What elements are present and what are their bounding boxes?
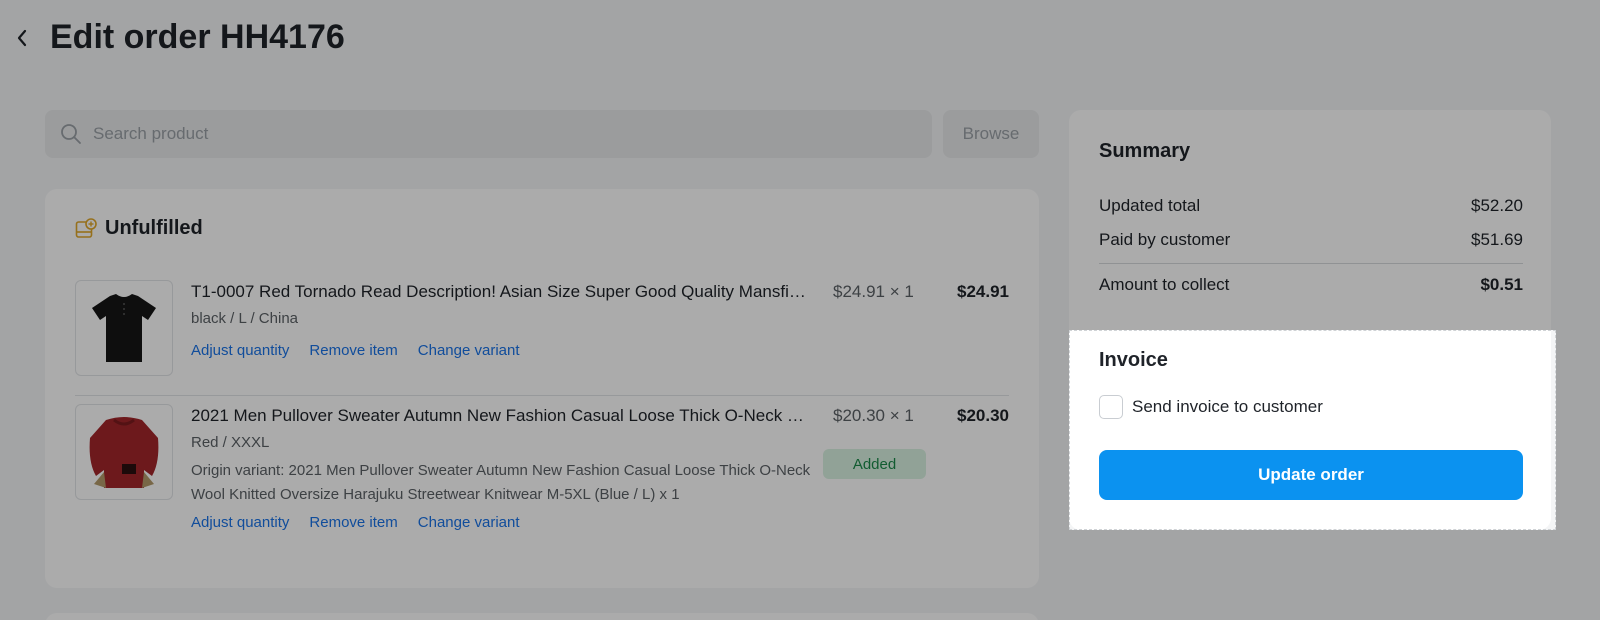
product-variant: black / L / China xyxy=(191,310,298,327)
summary-label: Amount to collect xyxy=(1099,275,1230,294)
change-variant-link[interactable]: Change variant xyxy=(418,342,520,359)
summary-row-paid: Paid by customer $51.69 xyxy=(1099,230,1523,250)
summary-divider xyxy=(1099,263,1523,264)
remove-item-link[interactable]: Remove item xyxy=(309,342,397,359)
invoice-title: Invoice xyxy=(1099,349,1168,371)
send-invoice-checkbox[interactable]: Send invoice to customer xyxy=(1099,395,1323,419)
sweater-image xyxy=(89,417,159,488)
browse-button[interactable]: Browse xyxy=(943,110,1039,158)
summary-label: Updated total xyxy=(1099,196,1201,215)
adjust-quantity-link[interactable]: Adjust quantity xyxy=(191,514,289,531)
summary-value: $0.51 xyxy=(1480,275,1523,294)
line-item: T1-0007 Red Tornado Read Description! As… xyxy=(75,280,1009,380)
product-thumbnail[interactable] xyxy=(75,404,173,500)
search-input[interactable] xyxy=(93,124,853,144)
search-box[interactable] xyxy=(45,110,932,158)
summary-card: Summary Updated total $52.20 Paid by cus… xyxy=(1069,110,1551,530)
summary-value: $52.20 xyxy=(1471,196,1523,215)
product-variant: Red / XXXL xyxy=(191,434,270,451)
item-actions: Adjust quantity Remove item Change varia… xyxy=(191,514,520,531)
line-total: $24.91 xyxy=(957,282,1009,301)
unfulfilled-icon xyxy=(75,217,97,240)
unfulfilled-card: Unfulfilled T1-0007 Red Tornado Read Des… xyxy=(45,189,1039,588)
summary-value: $51.69 xyxy=(1471,230,1523,249)
unit-price-quantity: $20.30 × 1 xyxy=(833,406,914,425)
line-total: $20.30 xyxy=(957,406,1009,425)
next-card-edge xyxy=(45,613,1039,620)
page-title: Edit order HH4176 xyxy=(50,18,345,56)
send-invoice-label: Send invoice to customer xyxy=(1132,397,1323,416)
edit-order-page: Edit order HH4176 Browse Unfulfilled T1-… xyxy=(0,0,1600,620)
back-icon[interactable] xyxy=(12,28,32,48)
item-divider xyxy=(75,395,1009,396)
tshirt-image xyxy=(92,294,156,362)
origin-variant-note: Origin variant: 2021 Men Pullover Sweate… xyxy=(191,462,811,503)
product-name: 2021 Men Pullover Sweater Autumn New Fas… xyxy=(191,406,813,425)
dim-overlay xyxy=(1556,330,1600,620)
update-order-button[interactable]: Update order xyxy=(1099,450,1523,500)
checkbox-box[interactable] xyxy=(1099,395,1123,419)
search-icon xyxy=(59,122,83,146)
summary-title: Summary xyxy=(1099,140,1191,162)
adjust-quantity-link[interactable]: Adjust quantity xyxy=(191,342,289,359)
remove-item-link[interactable]: Remove item xyxy=(309,514,397,531)
product-name: T1-0007 Red Tornado Read Description! As… xyxy=(191,282,813,301)
unfulfilled-header: Unfulfilled xyxy=(75,217,203,240)
added-badge: Added xyxy=(823,449,926,479)
unit-price-quantity: $24.91 × 1 xyxy=(833,282,914,301)
line-item: 2021 Men Pullover Sweater Autumn New Fas… xyxy=(75,404,1009,544)
summary-row-amount-to-collect: Amount to collect $0.51 xyxy=(1099,275,1523,295)
dim-overlay xyxy=(1069,530,1556,620)
unfulfilled-title: Unfulfilled xyxy=(105,217,203,239)
item-actions: Adjust quantity Remove item Change varia… xyxy=(191,342,520,359)
summary-row-updated-total: Updated total $52.20 xyxy=(1099,196,1523,216)
change-variant-link[interactable]: Change variant xyxy=(418,514,520,531)
summary-label: Paid by customer xyxy=(1099,230,1231,249)
product-thumbnail[interactable] xyxy=(75,280,173,376)
